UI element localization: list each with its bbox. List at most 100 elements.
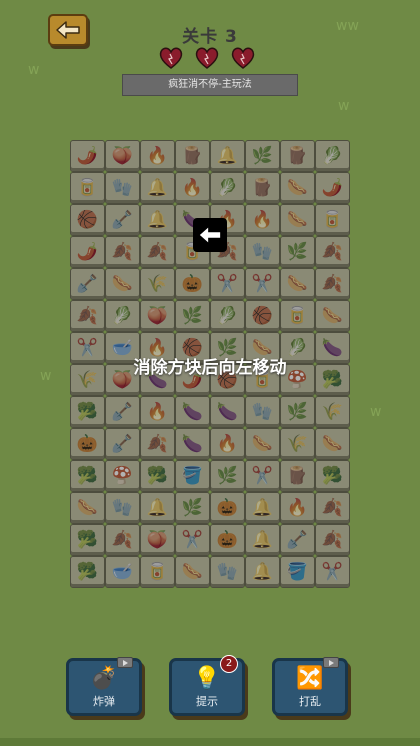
tile[interactable]: 🌶️ (315, 172, 350, 204)
tile[interactable]: 🌭 (105, 268, 140, 300)
tile[interactable]: 🍂 (315, 236, 350, 268)
tile[interactable]: 🍂 (105, 236, 140, 268)
tile[interactable]: 🍑 (105, 140, 140, 172)
tile[interactable]: 🥦 (70, 396, 105, 428)
tile[interactable]: 🧤 (245, 236, 280, 268)
tile[interactable]: 🪣 (175, 460, 210, 492)
tile[interactable]: 🌿 (210, 460, 245, 492)
tile[interactable]: 🔥 (210, 428, 245, 460)
tile[interactable]: 🥦 (70, 556, 105, 588)
tile[interactable]: 🥦 (70, 460, 105, 492)
tile[interactable]: 🌭 (315, 300, 350, 332)
tile[interactable]: 🔔 (245, 556, 280, 588)
tile[interactable]: ✂️ (175, 524, 210, 556)
tile[interactable]: 🎃 (210, 492, 245, 524)
tile[interactable]: 🔥 (140, 140, 175, 172)
tile[interactable]: 🥣 (105, 556, 140, 588)
tile[interactable]: 🌿 (245, 140, 280, 172)
tile[interactable]: 🔔 (245, 524, 280, 556)
tile[interactable]: ✂️ (245, 268, 280, 300)
shuffle-label: 打乱 (299, 695, 321, 708)
tile[interactable]: 🌭 (315, 428, 350, 460)
tile[interactable]: ✂️ (210, 268, 245, 300)
tile[interactable]: 🍂 (315, 524, 350, 556)
tile[interactable]: 🍄 (105, 460, 140, 492)
tile[interactable]: 🧤 (105, 492, 140, 524)
tile[interactable]: 🪏 (280, 524, 315, 556)
tile[interactable]: 🌿 (280, 236, 315, 268)
tile[interactable]: 🏀 (70, 204, 105, 236)
tile[interactable]: 🥬 (210, 172, 245, 204)
tile[interactable]: 🥫 (140, 556, 175, 588)
tile[interactable]: 🥦 (315, 460, 350, 492)
tile[interactable]: 🌭 (280, 172, 315, 204)
tile-icon: 🥫 (76, 177, 99, 198)
tile[interactable]: 🥦 (70, 524, 105, 556)
tile[interactable]: 🥬 (210, 300, 245, 332)
tile[interactable]: 🪵 (245, 172, 280, 204)
tile[interactable]: 🥫 (70, 172, 105, 204)
tile[interactable]: 🔥 (140, 396, 175, 428)
tile[interactable]: 🌭 (175, 556, 210, 588)
tile[interactable]: 🌾 (280, 428, 315, 460)
tile[interactable]: 🔔 (140, 492, 175, 524)
tile[interactable]: 🌭 (245, 428, 280, 460)
tutorial-hint-text: 消除方块后向左移动 (133, 358, 287, 378)
tile[interactable]: ✂️ (245, 460, 280, 492)
bomb-button[interactable]: 💣 炸弹 (66, 657, 142, 716)
tile[interactable]: 🔔 (245, 492, 280, 524)
tile[interactable]: 🪏 (105, 396, 140, 428)
tile[interactable]: 🪏 (105, 204, 140, 236)
tile[interactable]: 🌶️ (70, 140, 105, 172)
tile[interactable]: 🍂 (315, 268, 350, 300)
tile[interactable]: 🌿 (280, 396, 315, 428)
tile[interactable]: 🪵 (175, 140, 210, 172)
tile[interactable]: 🔔 (140, 172, 175, 204)
tile[interactable]: 🥬 (105, 300, 140, 332)
tile[interactable]: 🔔 (210, 140, 245, 172)
tile[interactable]: 🧤 (245, 396, 280, 428)
tile[interactable]: 🌿 (175, 492, 210, 524)
tile[interactable]: 🍂 (315, 492, 350, 524)
tile-icon: 🌿 (286, 241, 309, 262)
tile[interactable]: 🔥 (245, 204, 280, 236)
tile[interactable]: 🌭 (280, 204, 315, 236)
tile[interactable]: 🪵 (280, 460, 315, 492)
tile[interactable]: 🪏 (105, 428, 140, 460)
hint-button[interactable]: 2 💡 提示 (169, 655, 245, 716)
tile[interactable]: 🪏 (70, 268, 105, 300)
tile[interactable]: 🎃 (70, 428, 105, 460)
tile[interactable]: 🌿 (175, 300, 210, 332)
tile[interactable]: 🔔 (140, 204, 175, 236)
tile[interactable]: 🎃 (210, 524, 245, 556)
tile[interactable]: 🌾 (140, 268, 175, 300)
tile[interactable]: 🏀 (245, 300, 280, 332)
tile[interactable]: 🥦 (140, 460, 175, 492)
shuffle-button[interactable]: 🔀 打乱 (272, 657, 348, 716)
tile[interactable]: 🥫 (280, 300, 315, 332)
tile[interactable]: 🍑 (140, 300, 175, 332)
tile[interactable]: 🔥 (280, 492, 315, 524)
tile[interactable]: 🍂 (70, 300, 105, 332)
tile[interactable]: 🍆 (175, 428, 210, 460)
tile[interactable]: 🎃 (175, 268, 210, 300)
tile[interactable]: 🥬 (315, 140, 350, 172)
tile[interactable]: 🪣 (280, 556, 315, 588)
tile[interactable]: 🍑 (140, 524, 175, 556)
tile[interactable]: 🌭 (70, 492, 105, 524)
tile[interactable]: 🍆 (175, 396, 210, 428)
tile[interactable]: 🥫 (315, 204, 350, 236)
tile[interactable]: 🌾 (315, 396, 350, 428)
tile[interactable]: 🔥 (175, 172, 210, 204)
tile[interactable]: ✂️ (315, 556, 350, 588)
tile[interactable]: 🧤 (210, 556, 245, 588)
tile[interactable]: 🍂 (140, 236, 175, 268)
tile-icon: 🎃 (181, 273, 204, 294)
tile[interactable]: 🪵 (280, 140, 315, 172)
tile[interactable]: 🍂 (105, 524, 140, 556)
tile[interactable]: 🌭 (280, 268, 315, 300)
tile[interactable]: 🧤 (105, 172, 140, 204)
tile[interactable]: 🍆 (210, 396, 245, 428)
tile[interactable]: 🌶️ (70, 236, 105, 268)
tile[interactable]: 🍂 (140, 428, 175, 460)
